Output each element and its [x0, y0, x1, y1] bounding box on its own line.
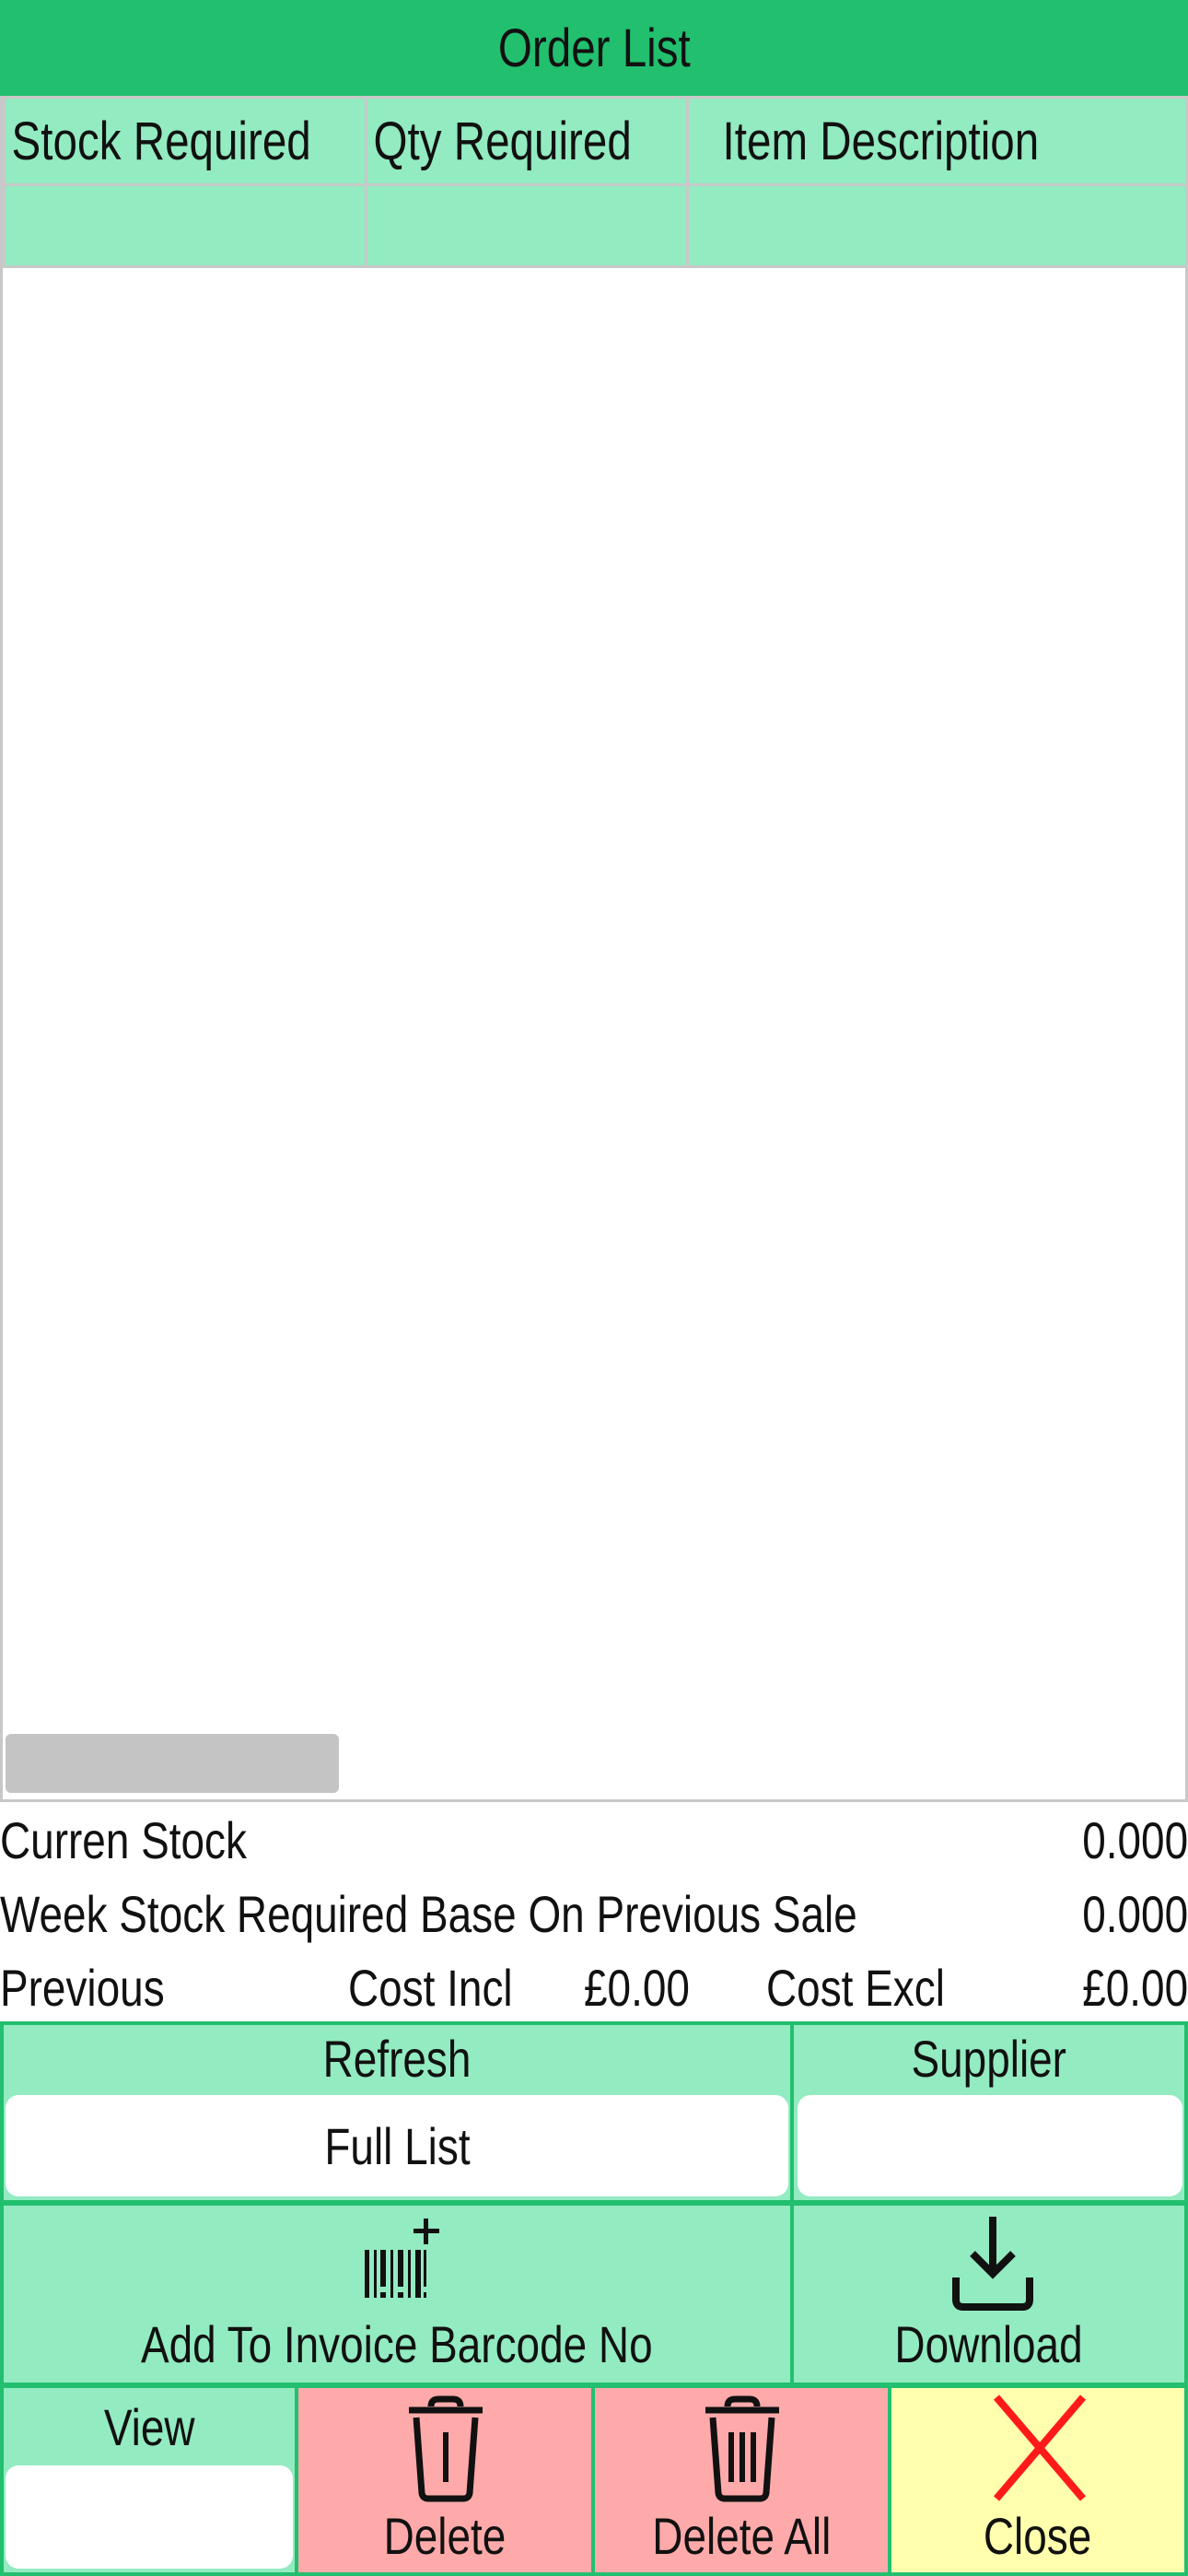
view-select[interactable]: [6, 2465, 293, 2569]
table-cell[interactable]: [3, 183, 367, 268]
trash-all-icon: [705, 2395, 779, 2502]
download-label: Download: [894, 2315, 1084, 2373]
cost-incl-label: Cost Incl: [348, 1958, 513, 2017]
refresh-label: Refresh: [322, 2030, 472, 2088]
column-header-item-description[interactable]: Item Description: [686, 96, 1188, 186]
title-bar: Order List: [0, 0, 1188, 96]
download-icon: [952, 2217, 1033, 2311]
previous-label: Previous: [0, 1958, 165, 2017]
column-header-stock-required[interactable]: Stock Required: [3, 96, 367, 186]
table-cell[interactable]: [365, 183, 689, 268]
column-header-label: Stock Required: [11, 111, 311, 171]
barcode-plus-icon: [365, 2219, 439, 2298]
trash-icon: [409, 2395, 483, 2502]
supplier-panel[interactable]: Supplier: [790, 2021, 1188, 2204]
delete-button[interactable]: Delete: [295, 2384, 595, 2576]
supplier-select[interactable]: [798, 2095, 1182, 2196]
week-required-label: Week Stock Required Base On Previous Sal…: [0, 1884, 857, 1943]
add-to-invoice-label: Add To Invoice Barcode No: [141, 2315, 653, 2373]
delete-all-button[interactable]: Delete All: [591, 2384, 891, 2576]
close-x-icon: [993, 2395, 1087, 2501]
current-stock-row: Curren Stock 0.000: [0, 1804, 1188, 1876]
table-cell[interactable]: [686, 183, 1188, 268]
cost-excl-value: £0.00: [1082, 1958, 1188, 2017]
refresh-select[interactable]: Full List: [6, 2095, 788, 2196]
cost-excl-label: Cost Excl: [766, 1958, 945, 2017]
download-button[interactable]: Download: [790, 2202, 1188, 2386]
view-panel[interactable]: View: [0, 2384, 298, 2576]
cost-row: Previous Cost Incl £0.00 Cost Excl £0.00: [0, 1951, 1188, 2023]
cost-incl-value: £0.00: [584, 1958, 690, 2017]
delete-all-label: Delete All: [651, 2507, 831, 2565]
column-header-qty-required[interactable]: Qty Required: [365, 96, 689, 186]
page-title: Order List: [497, 18, 691, 78]
week-required-value: 0.000: [1082, 1884, 1188, 1943]
horizontal-scrollbar[interactable]: [6, 1734, 339, 1793]
refresh-panel[interactable]: Refresh Full List: [0, 2021, 794, 2204]
add-to-invoice-barcode-button[interactable]: Add To Invoice Barcode No: [0, 2202, 794, 2386]
close-button[interactable]: Close: [888, 2384, 1188, 2576]
supplier-label: Supplier: [911, 2030, 1067, 2088]
order-table[interactable]: Stock Required Qty Required Item Descrip…: [0, 96, 1188, 1802]
refresh-select-value: Full List: [323, 2116, 471, 2175]
close-label: Close: [984, 2507, 1092, 2565]
column-header-label: Item Description: [722, 111, 1040, 171]
week-required-row: Week Stock Required Base On Previous Sal…: [0, 1878, 1188, 1950]
current-stock-value: 0.000: [1082, 1810, 1188, 1869]
current-stock-label: Curren Stock: [0, 1810, 247, 1869]
view-label: View: [103, 2398, 195, 2456]
delete-label: Delete: [383, 2507, 507, 2565]
column-header-label: Qty Required: [373, 111, 632, 171]
